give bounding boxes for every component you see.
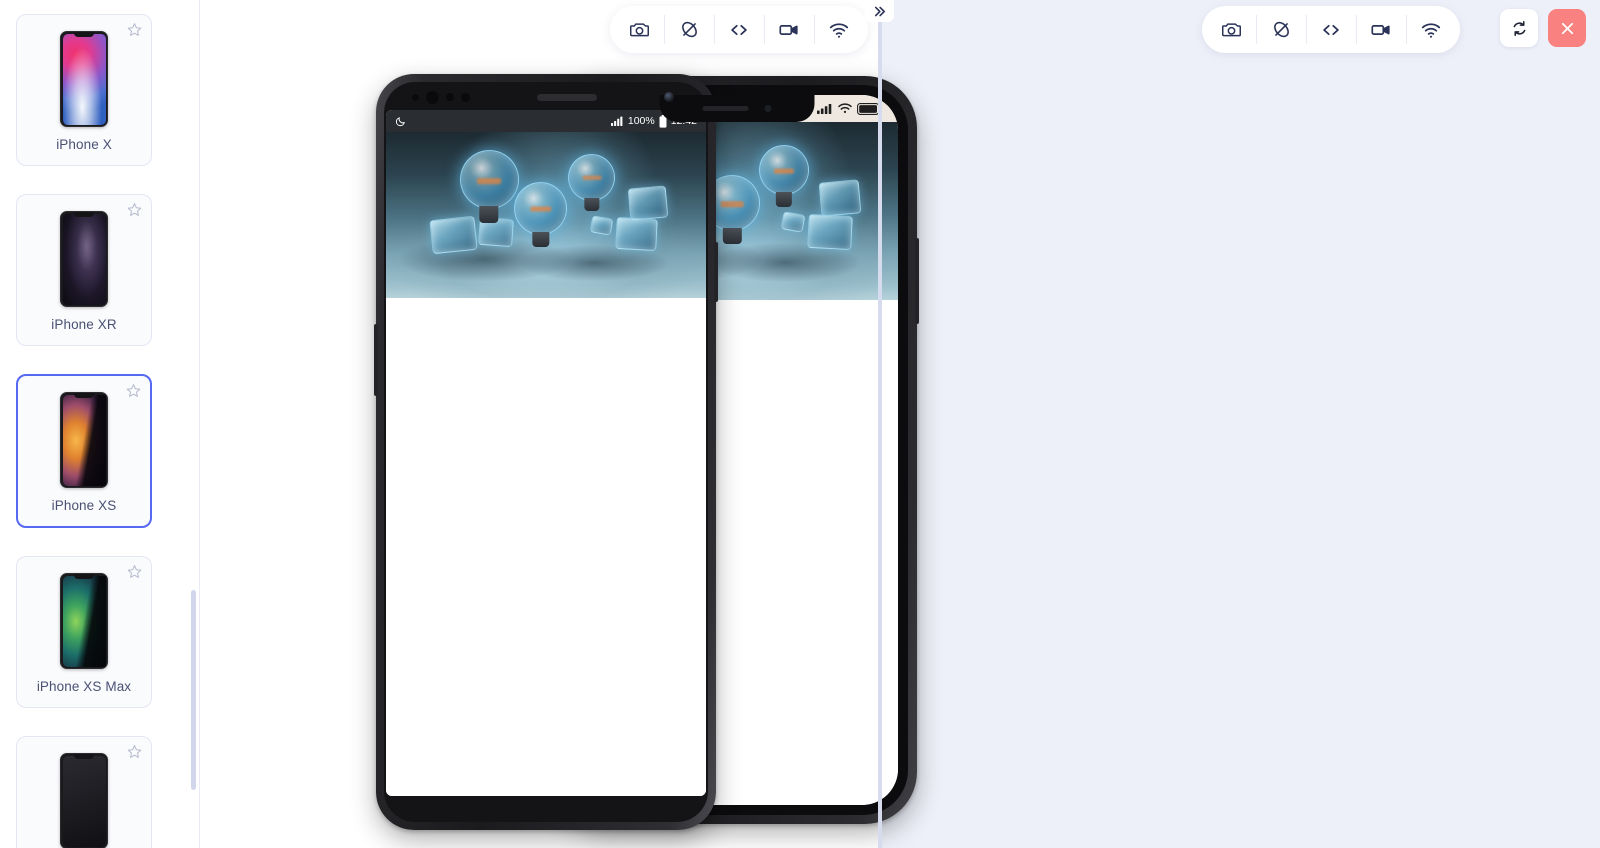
network-button[interactable]	[1406, 6, 1460, 53]
cellular-signal-icon	[610, 116, 624, 126]
power-button[interactable]	[714, 242, 718, 302]
device-toolbar-left	[610, 6, 868, 53]
cellular-signal-icon	[817, 103, 833, 114]
devtools-button[interactable]	[714, 6, 764, 53]
reload-button[interactable]	[1500, 9, 1538, 47]
device-card-label: iPhone XR	[51, 317, 117, 332]
device-card-label: iPhone X	[56, 137, 112, 152]
volume-button[interactable]	[374, 324, 378, 396]
network-button[interactable]	[814, 6, 868, 53]
front-camera-icon	[764, 105, 771, 112]
favorite-star-icon[interactable]	[127, 202, 142, 217]
device-card-label: iPhone XS	[51, 498, 117, 513]
device-card-iphone-xs[interactable]: iPhone XS	[16, 374, 152, 528]
panel-android: 100% 12:42	[374, 0, 1600, 848]
device-toolbar-right	[1202, 6, 1460, 53]
sidebar-scrollbar-thumb[interactable]	[191, 590, 196, 790]
favorite-star-icon[interactable]	[126, 383, 141, 398]
android-screen[interactable]: 100% 12:42	[386, 110, 706, 796]
record-video-button[interactable]	[1356, 6, 1406, 53]
divider-drag-handle[interactable]	[878, 20, 882, 848]
page-hero-image	[386, 132, 706, 298]
reload-sync-icon	[1513, 20, 1525, 36]
sensor-cluster	[412, 90, 470, 104]
device-card-iphone-xs-max[interactable]: iPhone XS Max	[16, 556, 152, 708]
sensor-dot-icon	[446, 93, 454, 101]
battery-percent-label: 100%	[627, 115, 655, 127]
android-status-bar: 100% 12:42	[386, 110, 706, 132]
device-card-iphone-xr[interactable]: iPhone XR	[16, 194, 152, 346]
rotate-button[interactable]	[664, 6, 714, 53]
devtools-button[interactable]	[1306, 6, 1356, 53]
panel-divider[interactable]	[865, 0, 894, 848]
rotate-button[interactable]	[1256, 6, 1306, 53]
earpiece-speaker	[537, 93, 597, 101]
device-thumbnail	[60, 31, 108, 127]
earpiece-speaker	[702, 106, 748, 111]
expand-panel-button[interactable]	[865, 0, 894, 22]
sensor-dot-icon	[461, 92, 470, 102]
iris-scanner-icon	[664, 92, 674, 102]
power-button[interactable]	[915, 238, 919, 324]
favorite-star-icon[interactable]	[127, 744, 142, 759]
do-not-disturb-moon-icon	[395, 116, 406, 127]
favorite-star-icon[interactable]	[127, 564, 142, 579]
screenshot-button[interactable]	[610, 6, 664, 53]
sidebar-scrollbar-track[interactable]	[191, 0, 196, 848]
device-card-label: iPhone XS Max	[36, 679, 132, 694]
android-device-frame: 100% 12:42	[374, 74, 718, 830]
screenshot-button[interactable]	[1202, 6, 1256, 53]
device-thumbnail	[60, 392, 108, 488]
device-card-iphone-x[interactable]: iPhone X	[16, 14, 152, 166]
sensor-dot-icon	[412, 93, 419, 101]
preview-panels: 9:41	[200, 0, 1600, 848]
close-x-icon	[1561, 22, 1573, 34]
chevron-double-right-icon	[874, 6, 885, 16]
record-video-button[interactable]	[764, 6, 814, 53]
device-thumbnail	[60, 573, 108, 669]
device-card-next[interactable]	[16, 736, 152, 848]
device-list-sidebar: iPhone X iPhone XR iPhone XS iPhone XS M…	[0, 0, 200, 848]
device-thumbnail	[60, 753, 108, 848]
favorite-star-icon[interactable]	[127, 22, 142, 37]
app-root: iPhone X iPhone XR iPhone XS iPhone XS M…	[0, 0, 1600, 848]
android-top-sensors	[386, 84, 706, 110]
front-camera-icon	[426, 90, 439, 104]
page-body-area	[386, 298, 706, 796]
window-actions	[1500, 9, 1586, 47]
device-thumbnail	[60, 211, 108, 307]
device-list-scroll-area[interactable]: iPhone X iPhone XR iPhone XS iPhone XS M…	[0, 0, 199, 848]
close-button[interactable]	[1548, 9, 1586, 47]
wifi-icon	[838, 103, 852, 114]
